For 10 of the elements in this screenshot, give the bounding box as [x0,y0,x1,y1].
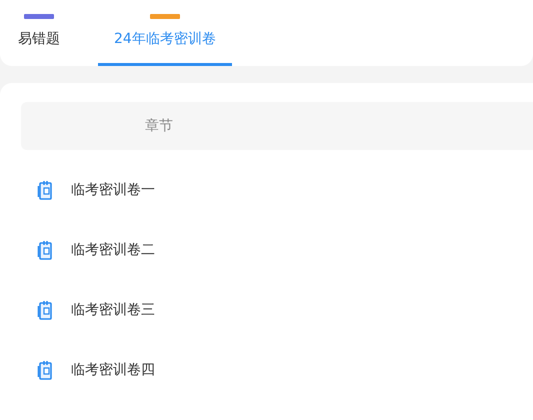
tab[interactable]: 易错题 [8,0,70,66]
chapter-link[interactable]: 临考密训卷二 [71,241,155,259]
chapter-link[interactable]: 临考密训卷三 [71,301,155,319]
document-icon [37,300,55,320]
document-icon [37,240,55,260]
chapter-link[interactable]: 临考密训卷四 [71,361,155,379]
document-icon [37,180,55,200]
column-header: 章节 [144,117,174,135]
chapter-link[interactable]: 临考密训卷一 [71,181,155,199]
document-icon [37,360,55,380]
